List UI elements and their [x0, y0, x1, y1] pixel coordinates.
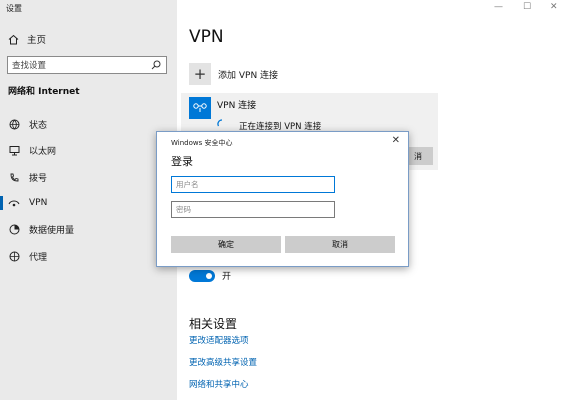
minimize-icon[interactable]: — [494, 2, 503, 12]
search-placeholder: 查找设置 [12, 61, 47, 71]
maximize-icon[interactable]: ☐ [523, 2, 531, 12]
toggle-row: 开 [189, 269, 231, 282]
close-window-icon[interactable]: ✕ [550, 2, 558, 12]
close-icon[interactable]: ✕ [392, 135, 400, 146]
toggle-label: 开 [222, 272, 232, 282]
username-placeholder: 用户名 [176, 180, 199, 189]
password-placeholder: 密码 [176, 205, 191, 214]
sidebar-item-vpn[interactable]: VPN [0, 192, 177, 214]
vpn-connection-icon [189, 97, 211, 119]
window-title: 设置 [6, 4, 22, 13]
link-sharing-center[interactable]: 网络和共享中心 [189, 378, 249, 390]
add-vpn-button[interactable]: + 添加 VPN 连接 [189, 62, 278, 86]
sidebar-item-dialup[interactable]: 拨号 [0, 166, 177, 188]
vpn-connection-name: VPN 连接 [217, 101, 257, 111]
vpn-toggle[interactable] [189, 269, 215, 282]
vpn-icon [8, 197, 20, 209]
dialog-heading: 登录 [171, 155, 193, 168]
sidebar: 设置 主页 查找设置 网络和 Internet 状态 以太网 拨号 VPN 数据… [0, 0, 177, 400]
data-usage-icon [8, 223, 20, 235]
home-label: 主页 [27, 35, 47, 46]
username-field[interactable]: 用户名 [171, 176, 335, 193]
sidebar-item-status[interactable]: 状态 [0, 113, 177, 135]
link-adapter-options[interactable]: 更改适配器选项 [189, 334, 249, 346]
ok-button[interactable]: 确定 [171, 236, 281, 253]
page-title: VPN [189, 27, 224, 47]
password-field[interactable]: 密码 [171, 201, 335, 218]
monitor-ethernet-icon [8, 144, 20, 156]
cancel-button[interactable]: 取消 [285, 236, 395, 253]
sidebar-item-label: 以太网 [29, 146, 57, 157]
sidebar-home[interactable]: 主页 [8, 31, 46, 47]
sidebar-item-label: 拨号 [29, 173, 48, 184]
dialog-title: Windows 安全中心 [171, 139, 233, 147]
sidebar-item-label: 状态 [29, 120, 48, 131]
sidebar-item-proxy[interactable]: 代理 [0, 245, 177, 267]
phone-dialup-icon [8, 171, 20, 183]
home-icon [8, 34, 19, 44]
sidebar-item-label: VPN [29, 198, 48, 208]
spinner-icon [217, 119, 223, 127]
search-input[interactable]: 查找设置 [7, 56, 167, 74]
add-vpn-label: 添加 VPN 连接 [218, 70, 279, 81]
section-title: 网络和 Internet [8, 87, 80, 97]
sidebar-item-label: 数据使用量 [29, 225, 75, 236]
search-icon[interactable] [151, 60, 161, 73]
globe-proxy-icon [8, 250, 20, 262]
plus-icon: + [189, 63, 211, 85]
sidebar-item-label: 代理 [29, 252, 48, 263]
sidebar-item-data-usage[interactable]: 数据使用量 [0, 218, 177, 240]
login-dialog: Windows 安全中心 ✕ 登录 用户名 密码 确定 取消 [156, 131, 409, 267]
sidebar-item-ethernet[interactable]: 以太网 [0, 139, 177, 161]
globe-status-icon [8, 118, 20, 130]
related-settings-title: 相关设置 [189, 317, 238, 331]
link-advanced-sharing[interactable]: 更改高级共享设置 [189, 356, 257, 368]
